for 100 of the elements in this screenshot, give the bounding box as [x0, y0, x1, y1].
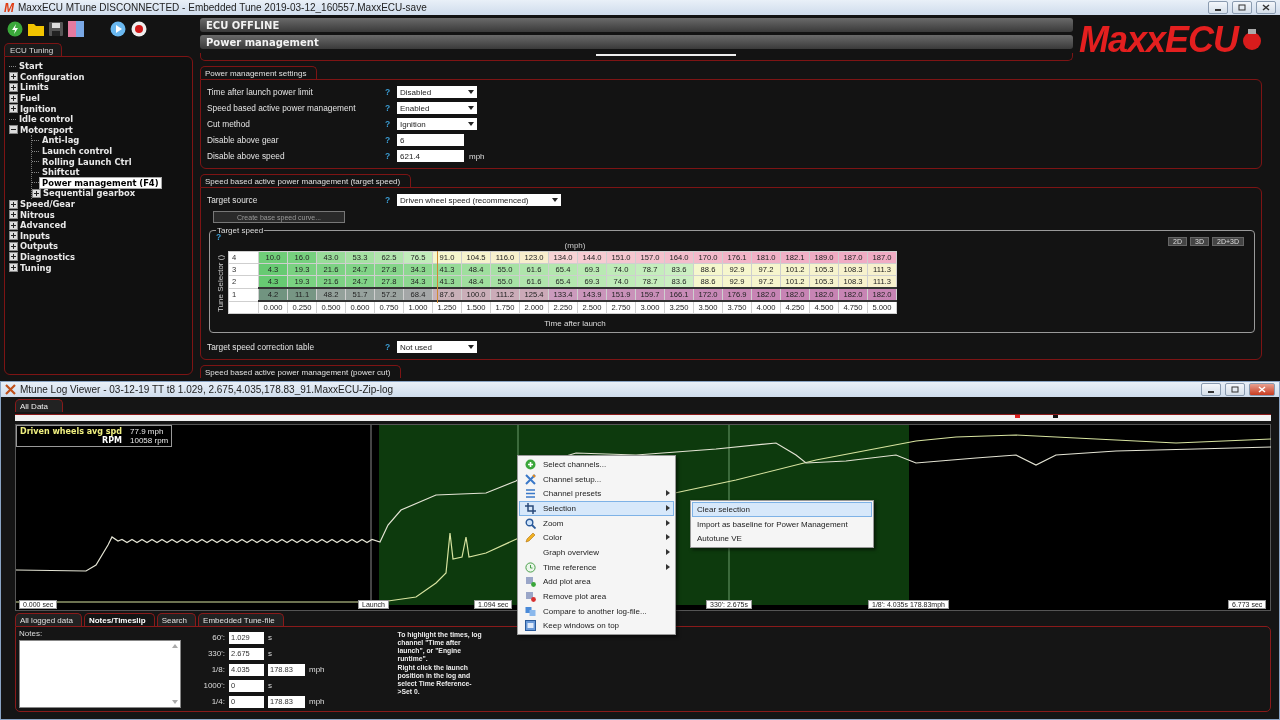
- expand-icon[interactable]: [9, 199, 18, 209]
- help-link[interactable]: ?: [385, 119, 397, 129]
- tree-item[interactable]: Launch control: [40, 146, 115, 157]
- help-link[interactable]: ?: [385, 103, 397, 113]
- caret-icon: [468, 122, 474, 126]
- setting-label: Disable above speed: [207, 151, 286, 161]
- expand-icon[interactable]: [9, 104, 18, 114]
- caret-icon: [552, 198, 558, 202]
- power-icon[interactable]: [7, 21, 23, 37]
- record-icon[interactable]: [131, 21, 147, 37]
- app-icon: M: [4, 0, 14, 15]
- setting-label: Target source: [207, 195, 259, 205]
- menu-item[interactable]: Selection: [519, 501, 674, 516]
- input-field[interactable]: 621.4: [397, 150, 464, 162]
- play-icon[interactable]: [110, 21, 126, 37]
- window-title: Mtune Log Viewer - 03-12-19 TT t8 1.029, 2.675,4.035,178.83_91.MaxxECU-Zip-log: [20, 384, 394, 395]
- overview-bar[interactable]: [15, 414, 1271, 421]
- help-link[interactable]: ?: [385, 87, 397, 97]
- help-link[interactable]: ?: [385, 135, 397, 145]
- tree-item[interactable]: Start: [17, 61, 45, 72]
- menu-item[interactable]: Keep windows on top: [519, 618, 674, 634]
- menu-item[interactable]: Zoom: [519, 515, 674, 531]
- expand-icon[interactable]: [9, 210, 18, 220]
- expand-icon[interactable]: [9, 72, 18, 82]
- legend-value: 77.9 mph: [130, 426, 165, 436]
- distance-label: 1/8:: [210, 665, 225, 674]
- tree-item[interactable]: Idle control: [17, 114, 76, 125]
- tree-item[interactable]: Ignition: [18, 103, 59, 114]
- menu-item[interactable]: Compare to another log-file...: [519, 603, 674, 619]
- expand-icon[interactable]: [9, 93, 18, 103]
- help-link[interactable]: ?: [385, 342, 397, 352]
- help-link[interactable]: ?: [385, 195, 397, 205]
- tree-item[interactable]: Outputs: [18, 241, 61, 252]
- close-icon: [1258, 386, 1266, 393]
- folder-icon[interactable]: [28, 22, 44, 36]
- tab[interactable]: All Data: [15, 399, 63, 412]
- distance-label: 1/4:: [210, 697, 225, 706]
- tree-item[interactable]: Shiftcut: [40, 167, 82, 178]
- menu-item[interactable]: Select channels...: [519, 457, 674, 472]
- logo: MaxxECU: [1078, 21, 1238, 58]
- help-link[interactable]: ?: [385, 151, 397, 161]
- crop-icon: [524, 502, 536, 514]
- menu-item[interactable]: Remove plot area: [519, 589, 674, 604]
- tree-item[interactable]: Speed/Gear: [18, 199, 77, 209]
- close-button[interactable]: [1249, 383, 1275, 396]
- minimize-button[interactable]: [1208, 1, 1228, 14]
- menu-item[interactable]: Clear selection: [692, 502, 872, 517]
- dropdown[interactable]: Disabled: [397, 86, 477, 98]
- unit-label: (mph): [563, 241, 587, 251]
- legend-value: 10058 rpm: [130, 435, 169, 445]
- dropdown[interactable]: Not used: [397, 341, 477, 353]
- menu-item[interactable]: Autotune VE: [692, 531, 872, 547]
- input-field[interactable]: 6: [397, 134, 464, 146]
- tab[interactable]: All logged data: [15, 613, 82, 626]
- tab[interactable]: Embedded Tune-file: [198, 613, 284, 626]
- tree-item[interactable]: Nitrous: [18, 209, 57, 220]
- menu-item[interactable]: Graph overview: [519, 545, 674, 560]
- menu-item[interactable]: Time reference: [519, 559, 674, 575]
- expand-icon[interactable]: [9, 231, 18, 241]
- expand-icon[interactable]: [32, 188, 41, 198]
- maximize-icon: [1238, 4, 1246, 11]
- tree-item[interactable]: Inputs: [18, 230, 53, 241]
- dropdown[interactable]: Ignition: [397, 118, 477, 130]
- tree-item[interactable]: Anti-lag: [40, 135, 82, 146]
- tree-item[interactable]: Configuration: [18, 71, 87, 82]
- tab[interactable]: Search: [156, 613, 197, 626]
- expand-icon[interactable]: [9, 263, 18, 273]
- app-icon: [5, 384, 16, 395]
- tree-item[interactable]: Fuel: [18, 93, 42, 104]
- sidebar-tab[interactable]: ECU Tuning: [4, 43, 63, 56]
- expand-icon[interactable]: [9, 252, 18, 262]
- expand-icon[interactable]: [9, 220, 18, 230]
- setting-label: Disable above gear: [207, 135, 280, 145]
- caret-icon: [468, 345, 474, 349]
- distance-label: 330':: [206, 649, 225, 658]
- distance-label: 1000':: [202, 681, 225, 690]
- tree-item[interactable]: Tuning: [18, 262, 54, 273]
- tab[interactable]: Notes/Timeslip: [83, 613, 155, 626]
- minimize-button[interactable]: [1201, 383, 1221, 396]
- dropdown[interactable]: Enabled: [397, 102, 477, 114]
- tree-item[interactable]: Limits: [18, 82, 51, 93]
- tree-item[interactable]: Diagnostics: [18, 252, 77, 262]
- expand-icon[interactable]: [9, 241, 18, 251]
- tree-item[interactable]: Sequential gearbox: [41, 188, 138, 199]
- menu-item[interactable]: Channel setup...: [519, 471, 674, 487]
- tree-item[interactable]: Advanced: [18, 220, 69, 231]
- close-button[interactable]: [1256, 1, 1276, 14]
- unit-label: mph: [469, 151, 485, 161]
- add-icon: [524, 458, 536, 470]
- collapse-icon[interactable]: [9, 125, 18, 135]
- tree-item[interactable]: Rolling Launch Ctrl: [40, 156, 134, 167]
- tree-item[interactable]: Power management (F4): [40, 177, 161, 188]
- dropdown[interactable]: Driven wheel speed (recommenced): [397, 194, 561, 206]
- menu-item[interactable]: Add plot area: [519, 574, 674, 590]
- menu-item[interactable]: Channel presets: [519, 486, 674, 502]
- expand-icon[interactable]: [9, 83, 18, 92]
- save-icon[interactable]: [49, 22, 63, 36]
- menu-item[interactable]: Import as baseline for Power Management: [692, 516, 872, 532]
- menu-item[interactable]: Color: [519, 530, 674, 546]
- tree-item[interactable]: Motorsport: [18, 124, 75, 135]
